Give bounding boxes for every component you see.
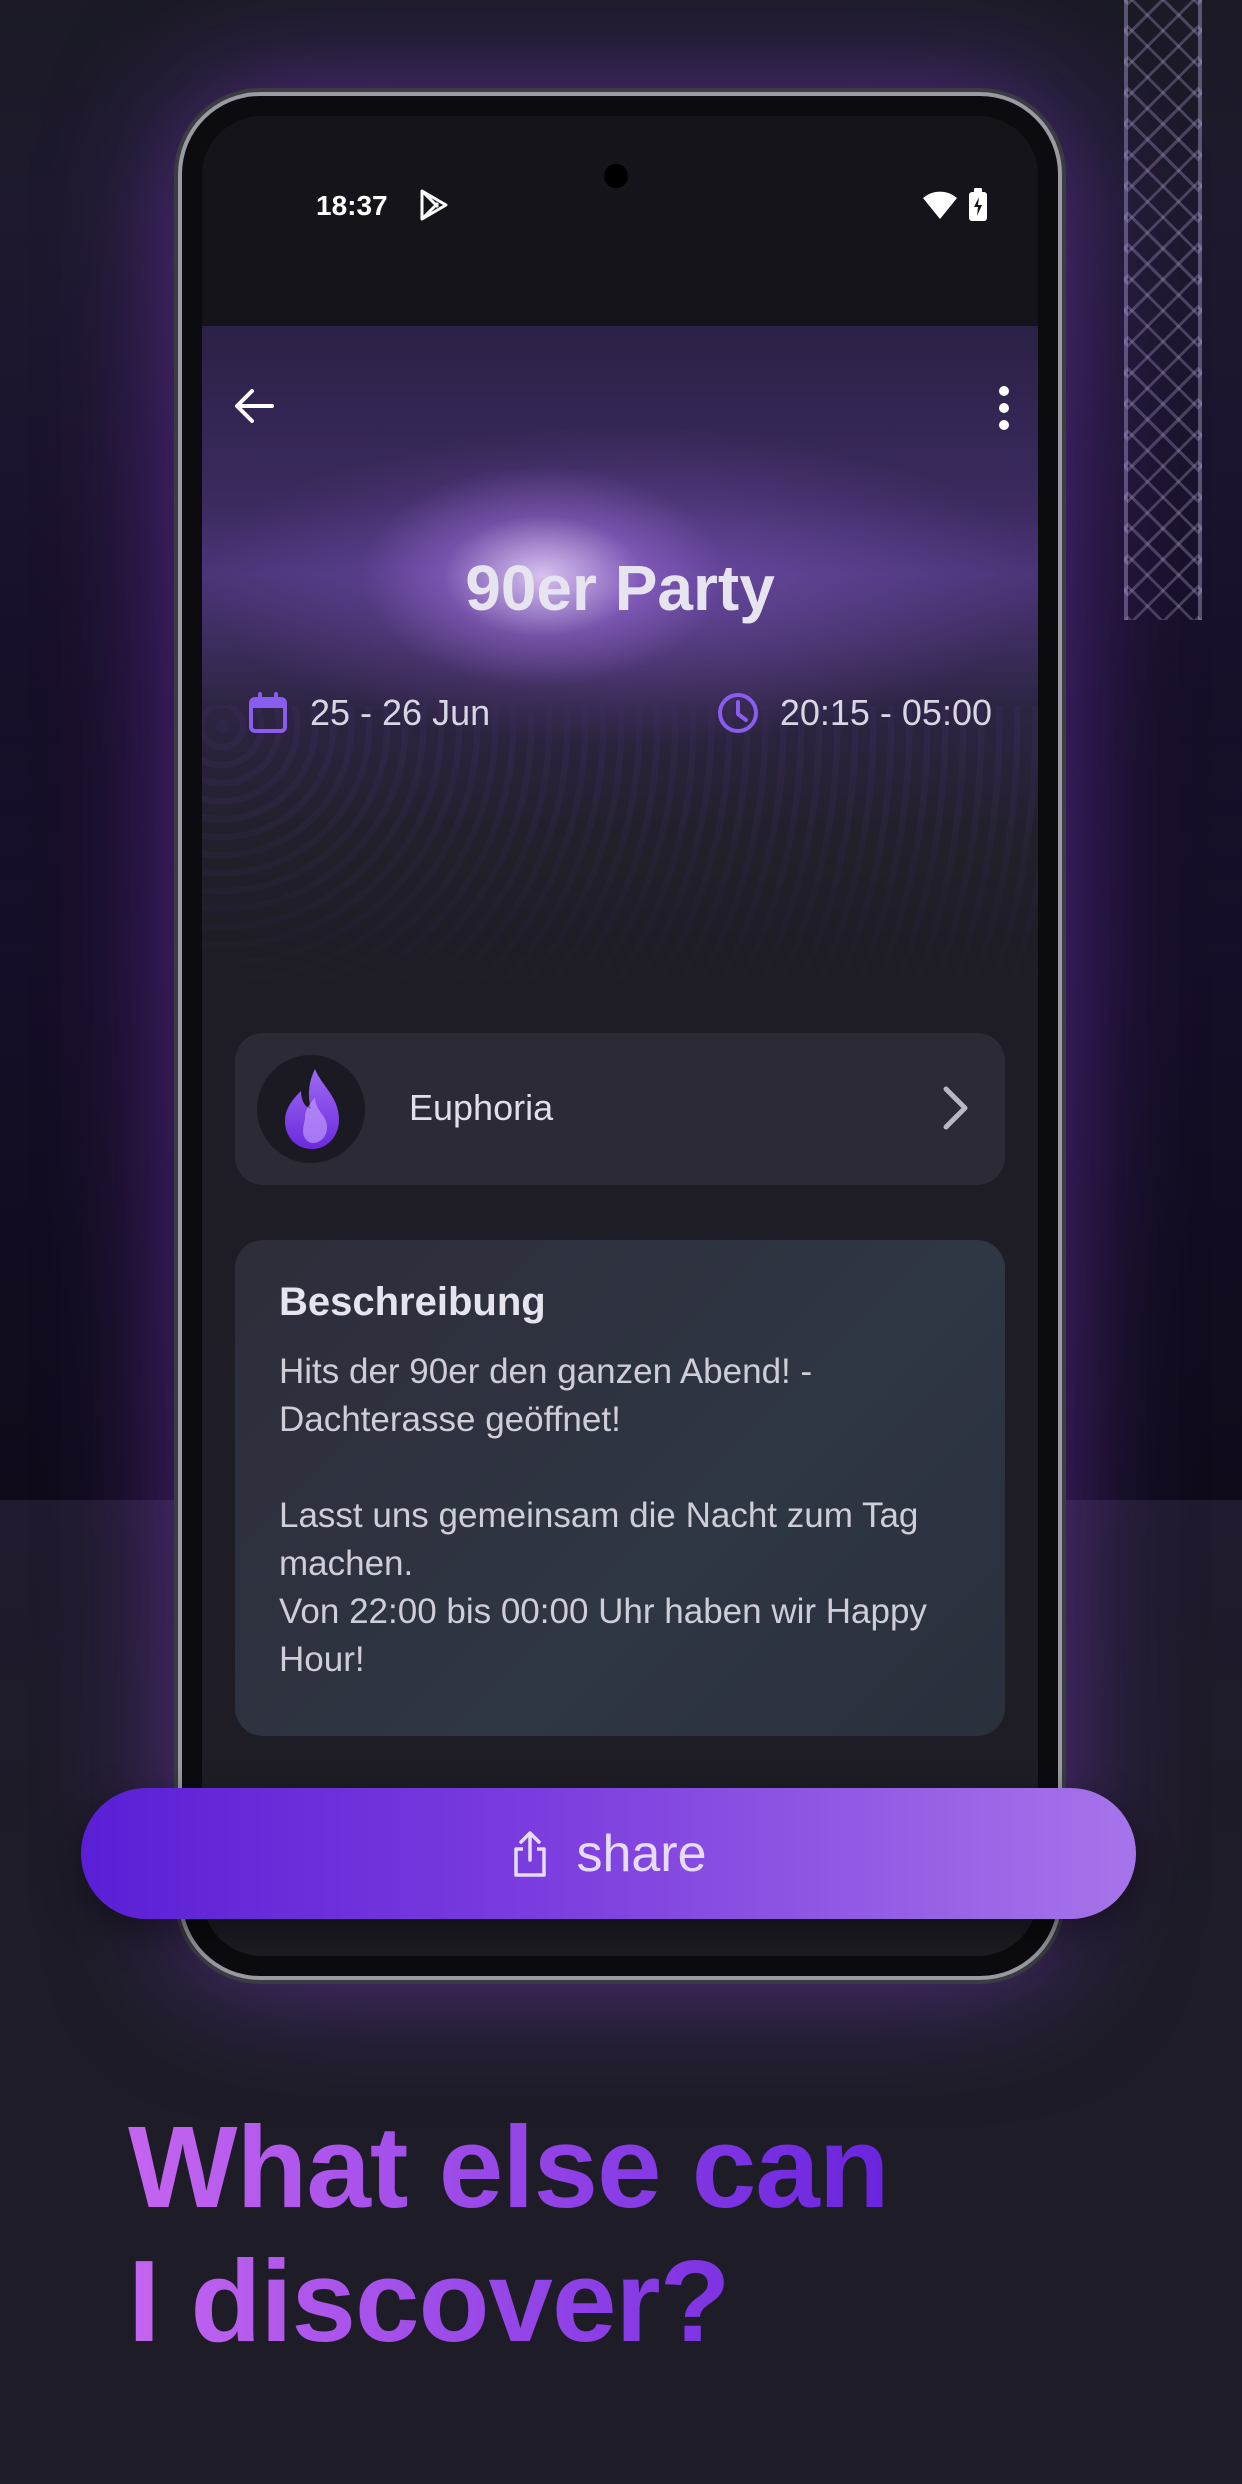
front-camera xyxy=(598,158,634,194)
description-card: Beschreibung Hits der 90er den ganzen Ab… xyxy=(235,1240,1005,1736)
status-bar: 18:37 xyxy=(202,116,1038,326)
event-date: 25 - 26 Jun xyxy=(246,691,490,735)
organizer-avatar xyxy=(257,1055,365,1163)
more-vert-icon[interactable] xyxy=(994,384,1014,432)
stage-truss xyxy=(1124,0,1202,620)
share-label: share xyxy=(576,1824,707,1883)
organizer-card[interactable]: Euphoria xyxy=(235,1033,1005,1185)
wifi-icon xyxy=(923,191,957,219)
status-time: 18:37 xyxy=(316,190,388,221)
headline-line-2: I discover? xyxy=(128,2234,889,2368)
hero-crowd xyxy=(202,706,1038,1006)
organizer-name: Euphoria xyxy=(409,1087,554,1128)
flame-icon xyxy=(285,1069,339,1149)
promo-headline: What else can I discover? xyxy=(128,2100,890,2368)
chevron-right-icon xyxy=(943,1086,968,1130)
description-heading: Beschreibung xyxy=(279,1280,546,1324)
back-arrow-icon[interactable] xyxy=(232,384,276,428)
share-icon xyxy=(514,1830,547,1877)
phone-frame: 18:37 90er Party 25 - 26 Jun 20:15 - 05:… xyxy=(182,96,1058,1976)
battery-icon xyxy=(969,188,987,221)
play-store-icon xyxy=(420,189,448,221)
event-date-text: 25 - 26 Jun xyxy=(310,692,491,733)
event-time: 20:15 - 05:00 xyxy=(716,691,992,735)
headline-line-1: What else can xyxy=(128,2102,890,2232)
event-title: 90er Party xyxy=(465,552,775,624)
share-button[interactable]: share xyxy=(81,1788,1136,1919)
event-hero-image xyxy=(202,326,1038,1006)
calendar-icon xyxy=(249,692,287,733)
event-time-text: 20:15 - 05:00 xyxy=(779,692,992,733)
phone-screen: 18:37 90er Party 25 - 26 Jun 20:15 - 05:… xyxy=(202,116,1038,1956)
clock-icon xyxy=(717,693,758,733)
description-body: Hits der 90er den ganzen Abend! - Dachte… xyxy=(279,1352,927,1679)
